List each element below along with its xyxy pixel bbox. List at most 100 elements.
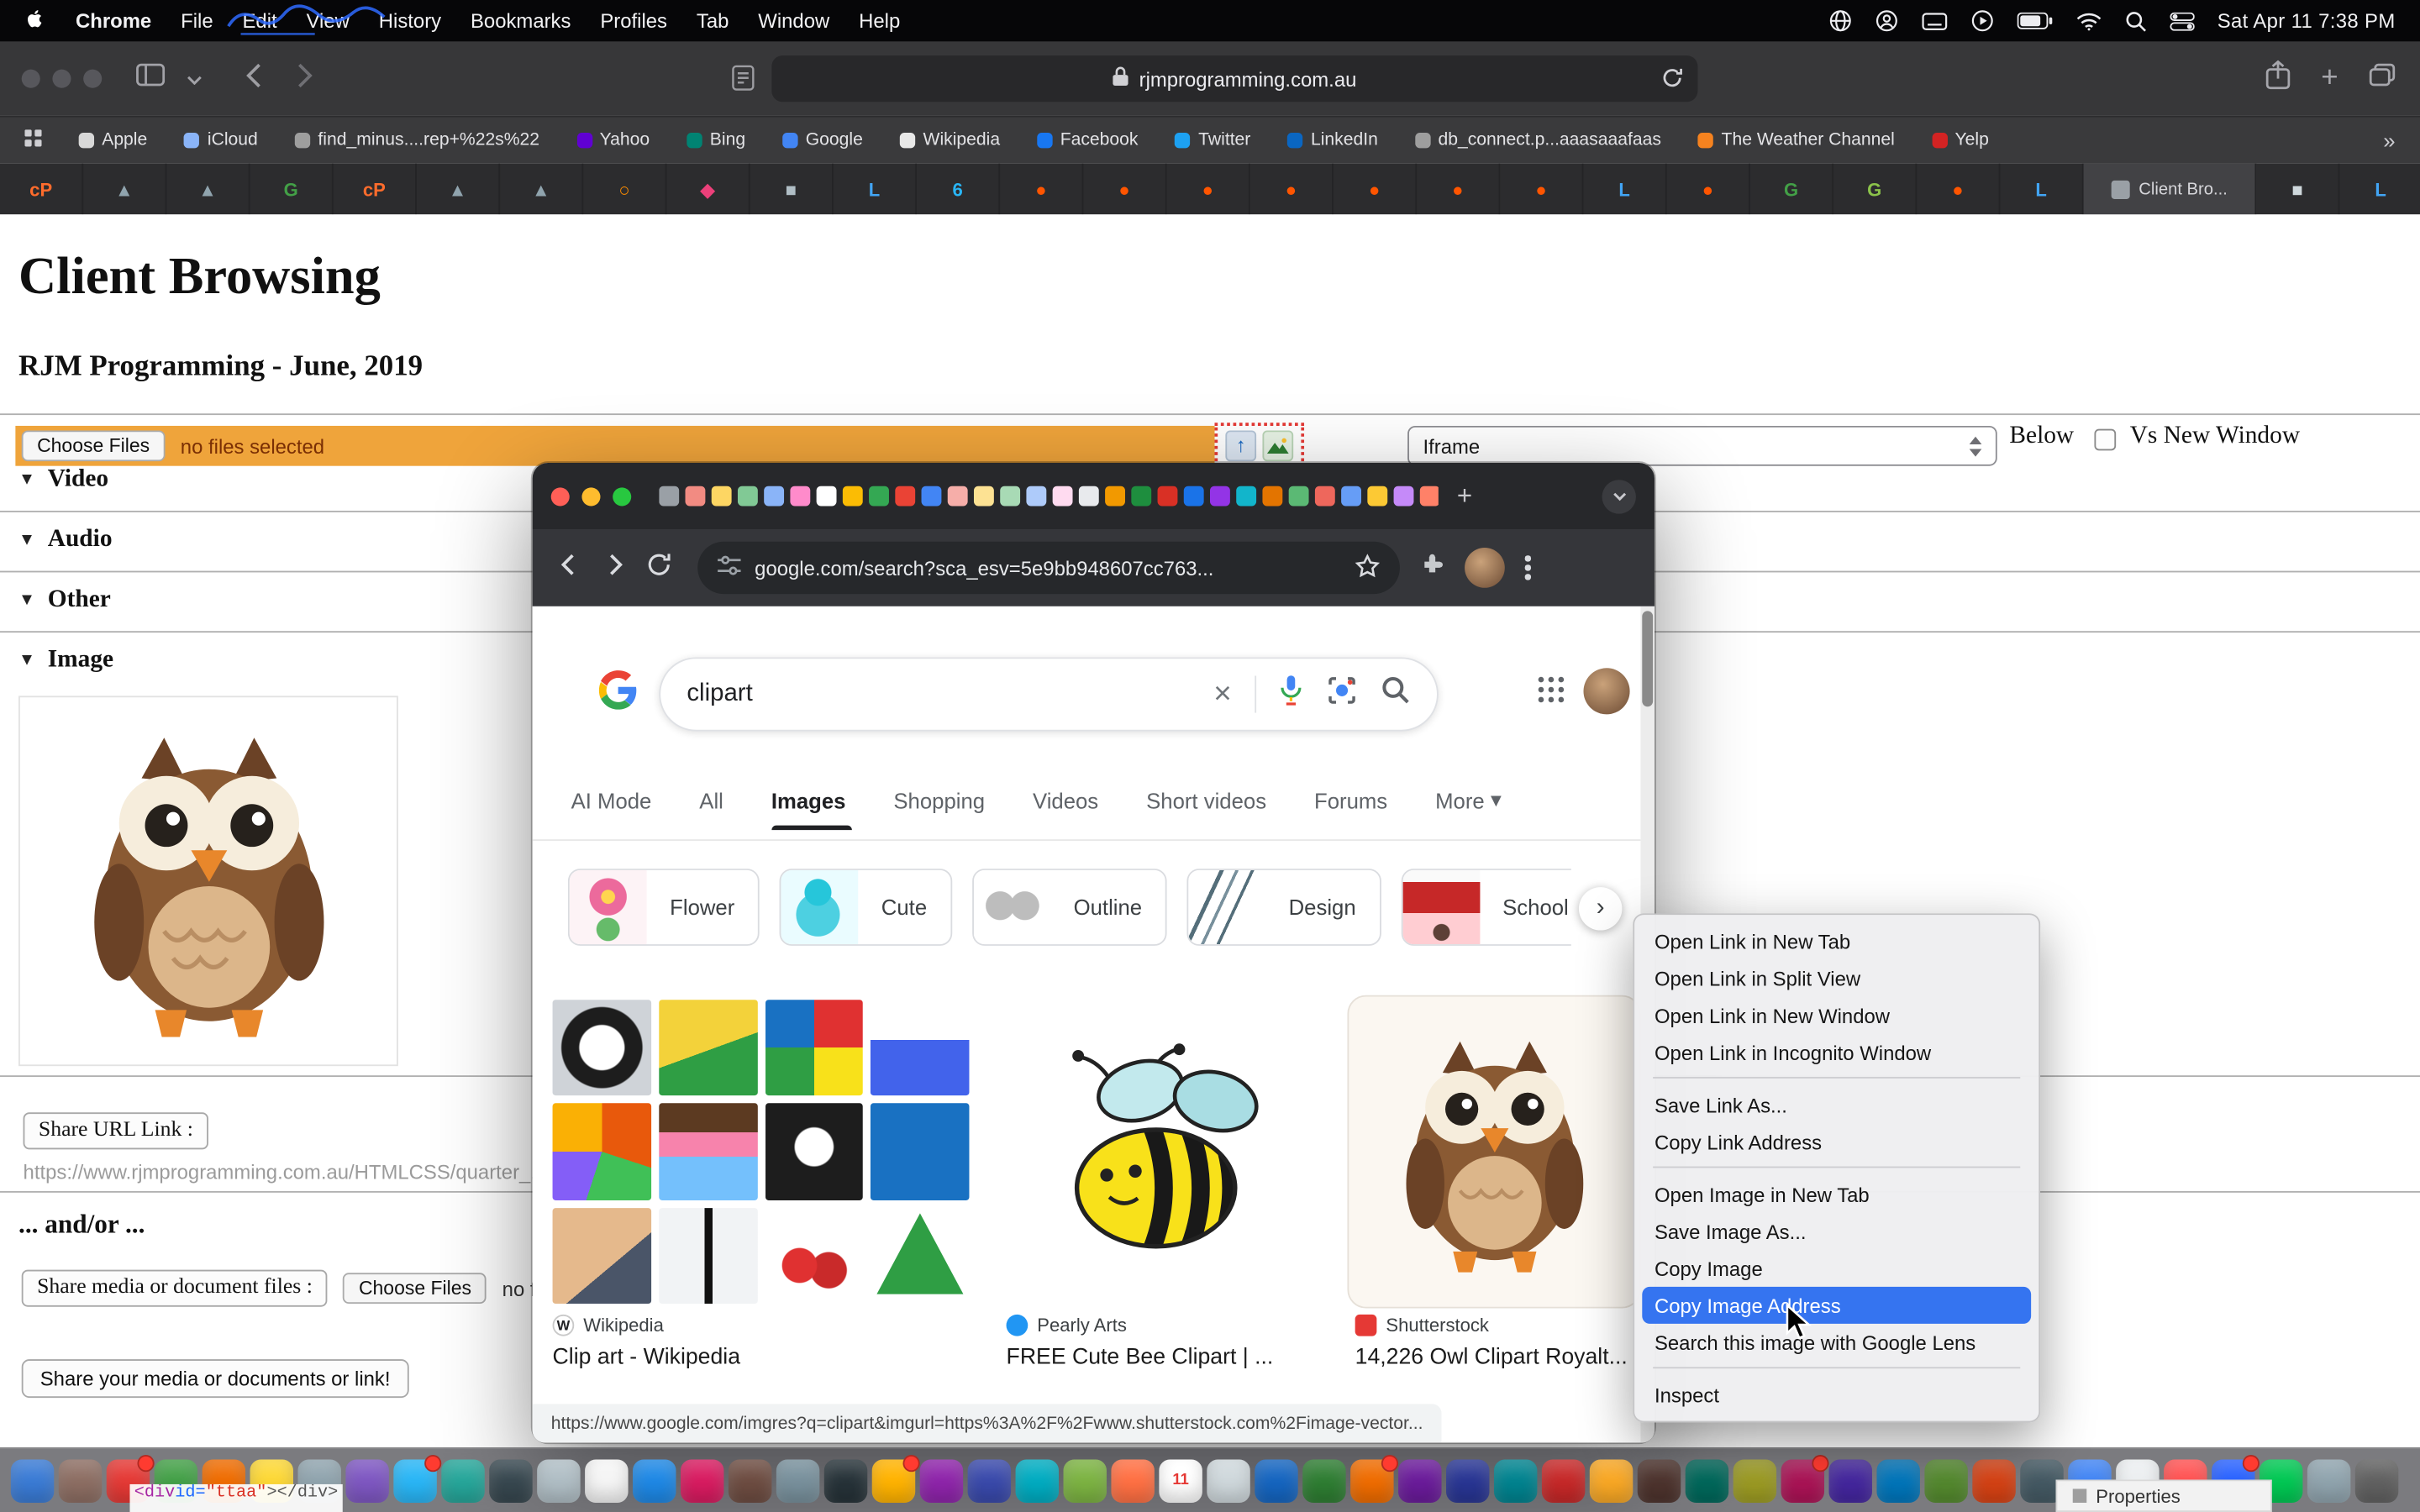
dock-icon[interactable] (2307, 1459, 2350, 1502)
back-button[interactable] (557, 552, 581, 585)
search-chip[interactable]: Design (1186, 869, 1381, 946)
context-menu-item[interactable]: Save Link As... (1634, 1086, 2039, 1123)
bookmark-item[interactable]: Wikipedia (900, 131, 1000, 150)
forward-button[interactable] (602, 552, 626, 585)
mini-tab-favicon[interactable] (869, 486, 889, 507)
search-chip[interactable]: School (1401, 869, 1571, 946)
bee-clipart-result[interactable] (1007, 1000, 1304, 1304)
user-switch-icon[interactable] (1875, 9, 1898, 33)
forward-button[interactable] (297, 62, 313, 95)
bookmark-item[interactable]: Twitter (1176, 131, 1251, 150)
share-submit-button[interactable]: Share your media or documents or link! (22, 1359, 409, 1398)
vs-new-window-checkbox[interactable] (2094, 429, 2116, 451)
active-tab[interactable]: Client Bro... (2084, 164, 2257, 215)
control-center-icon[interactable] (2170, 12, 2194, 30)
clear-search-icon[interactable]: × (1213, 679, 1231, 710)
browser-tab[interactable]: ● (1917, 164, 2000, 215)
section-header-audio[interactable]: ▼ Audio (18, 526, 112, 554)
dock-icon[interactable] (1494, 1459, 1537, 1502)
results-nav-tab[interactable]: Forums (1314, 789, 1394, 831)
browser-tab[interactable]: L (2339, 164, 2420, 215)
mini-tab-favicon[interactable] (659, 486, 679, 507)
dock-icon[interactable] (681, 1459, 723, 1502)
browser-tab[interactable]: ▲ (166, 164, 250, 215)
menu-bar-item[interactable]: History (379, 9, 441, 33)
bookmark-item[interactable]: find_minus....rep+%22s%22 (295, 131, 539, 150)
menu-bar-item[interactable]: Profiles (600, 9, 667, 33)
menu-bar-item[interactable]: View (307, 9, 350, 33)
results-nav-tab[interactable]: AI Mode (571, 789, 658, 831)
section-header-image[interactable]: ▼ Image (18, 647, 113, 675)
dock-icon[interactable] (968, 1459, 1011, 1502)
dock-icon[interactable] (537, 1459, 580, 1502)
dock-icon[interactable] (776, 1459, 819, 1502)
bookmark-item[interactable]: iCloud (184, 131, 257, 150)
mini-tab-favicon[interactable] (1262, 486, 1282, 507)
minimize-window-button[interactable] (52, 70, 71, 88)
dock-icon[interactable] (1302, 1459, 1345, 1502)
mini-tab-favicon[interactable] (1026, 486, 1046, 507)
browser-tab[interactable]: ● (1083, 164, 1166, 215)
dock-icon[interactable] (1972, 1459, 2015, 1502)
battery-icon[interactable] (2017, 13, 2052, 29)
browser-tab[interactable]: ● (1250, 164, 1334, 215)
dock-icon[interactable] (1590, 1459, 1633, 1502)
mini-tab-favicon[interactable] (1315, 486, 1335, 507)
close-window-button[interactable] (22, 70, 40, 88)
mini-tab-favicon[interactable] (764, 486, 784, 507)
browser-tab[interactable]: ● (1500, 164, 1583, 215)
menu-bar-item[interactable]: Tab (697, 9, 729, 33)
mini-tab-favicon[interactable] (843, 486, 863, 507)
dock-icon[interactable] (1255, 1459, 1297, 1502)
new-tab-button[interactable]: + (2321, 61, 2338, 95)
tab-search-icon[interactable] (1602, 479, 1636, 512)
browser-tab[interactable]: L (2000, 164, 2083, 215)
back-button[interactable] (245, 62, 260, 95)
wifi-icon[interactable] (2075, 12, 2102, 30)
keyboard-icon[interactable] (1921, 12, 1947, 30)
mini-tab-favicon[interactable] (1210, 486, 1230, 507)
mini-tab-favicon[interactable] (686, 486, 706, 507)
google-logo[interactable] (597, 669, 639, 719)
menu-bar-item[interactable]: Bookmarks (471, 9, 571, 33)
owl-clipart-result[interactable] (1347, 995, 1640, 1309)
dock-icon[interactable] (633, 1459, 676, 1502)
context-menu-item[interactable]: Save Image As... (1634, 1213, 2039, 1250)
mini-tab-favicon[interactable] (1131, 486, 1151, 507)
menu-bar-item[interactable]: Help (859, 9, 900, 33)
bookmark-item[interactable]: Yelp (1932, 131, 1989, 150)
dock-icon[interactable] (1638, 1459, 1681, 1502)
bookmark-item[interactable]: Google (782, 131, 863, 150)
browser-tab[interactable]: ● (1667, 164, 1750, 215)
browser-tab[interactable]: ▲ (417, 164, 500, 215)
mini-tab-favicon[interactable] (1079, 486, 1099, 507)
menu-bar-clock[interactable]: Sat Apr 11 7:38 PM (2217, 9, 2396, 33)
clipart-collage-result[interactable] (553, 1000, 970, 1304)
browser-tab[interactable]: G (1750, 164, 1833, 215)
browser-tab[interactable]: L (1583, 164, 1666, 215)
results-nav-tab[interactable]: All (699, 789, 729, 831)
dock-icon[interactable] (872, 1459, 915, 1502)
dock-icon[interactable] (2355, 1459, 2398, 1502)
bookmark-item[interactable]: Apple (79, 131, 148, 150)
sidebar-toggle-icon[interactable] (136, 63, 166, 94)
choose-files-button[interactable]: Choose Files (22, 430, 166, 461)
page-settings-icon[interactable] (732, 65, 755, 98)
bookmarks-overflow-chevron[interactable]: » (2383, 128, 2395, 152)
browser-tab[interactable]: cP (334, 164, 417, 215)
chevron-down-icon[interactable] (187, 65, 202, 92)
dock-icon[interactable] (1733, 1459, 1776, 1502)
chrome-menu-icon[interactable] (1525, 556, 1530, 580)
menu-bar-item[interactable]: Chrome (76, 9, 151, 33)
dock-icon[interactable] (1829, 1459, 1872, 1502)
dock-icon[interactable] (1781, 1459, 1824, 1502)
dock-icon[interactable] (1876, 1459, 1919, 1502)
mini-tab-favicon[interactable] (1236, 486, 1256, 507)
bookmark-item[interactable]: LinkedIn (1287, 131, 1377, 150)
menu-bar-item[interactable]: File (181, 9, 213, 33)
globe-icon[interactable] (1828, 9, 1852, 33)
browser-tab[interactable]: ● (1417, 164, 1500, 215)
dock-icon[interactable] (1350, 1459, 1393, 1502)
dock-icon[interactable] (585, 1459, 628, 1502)
google-lens-icon[interactable] (1326, 675, 1359, 715)
